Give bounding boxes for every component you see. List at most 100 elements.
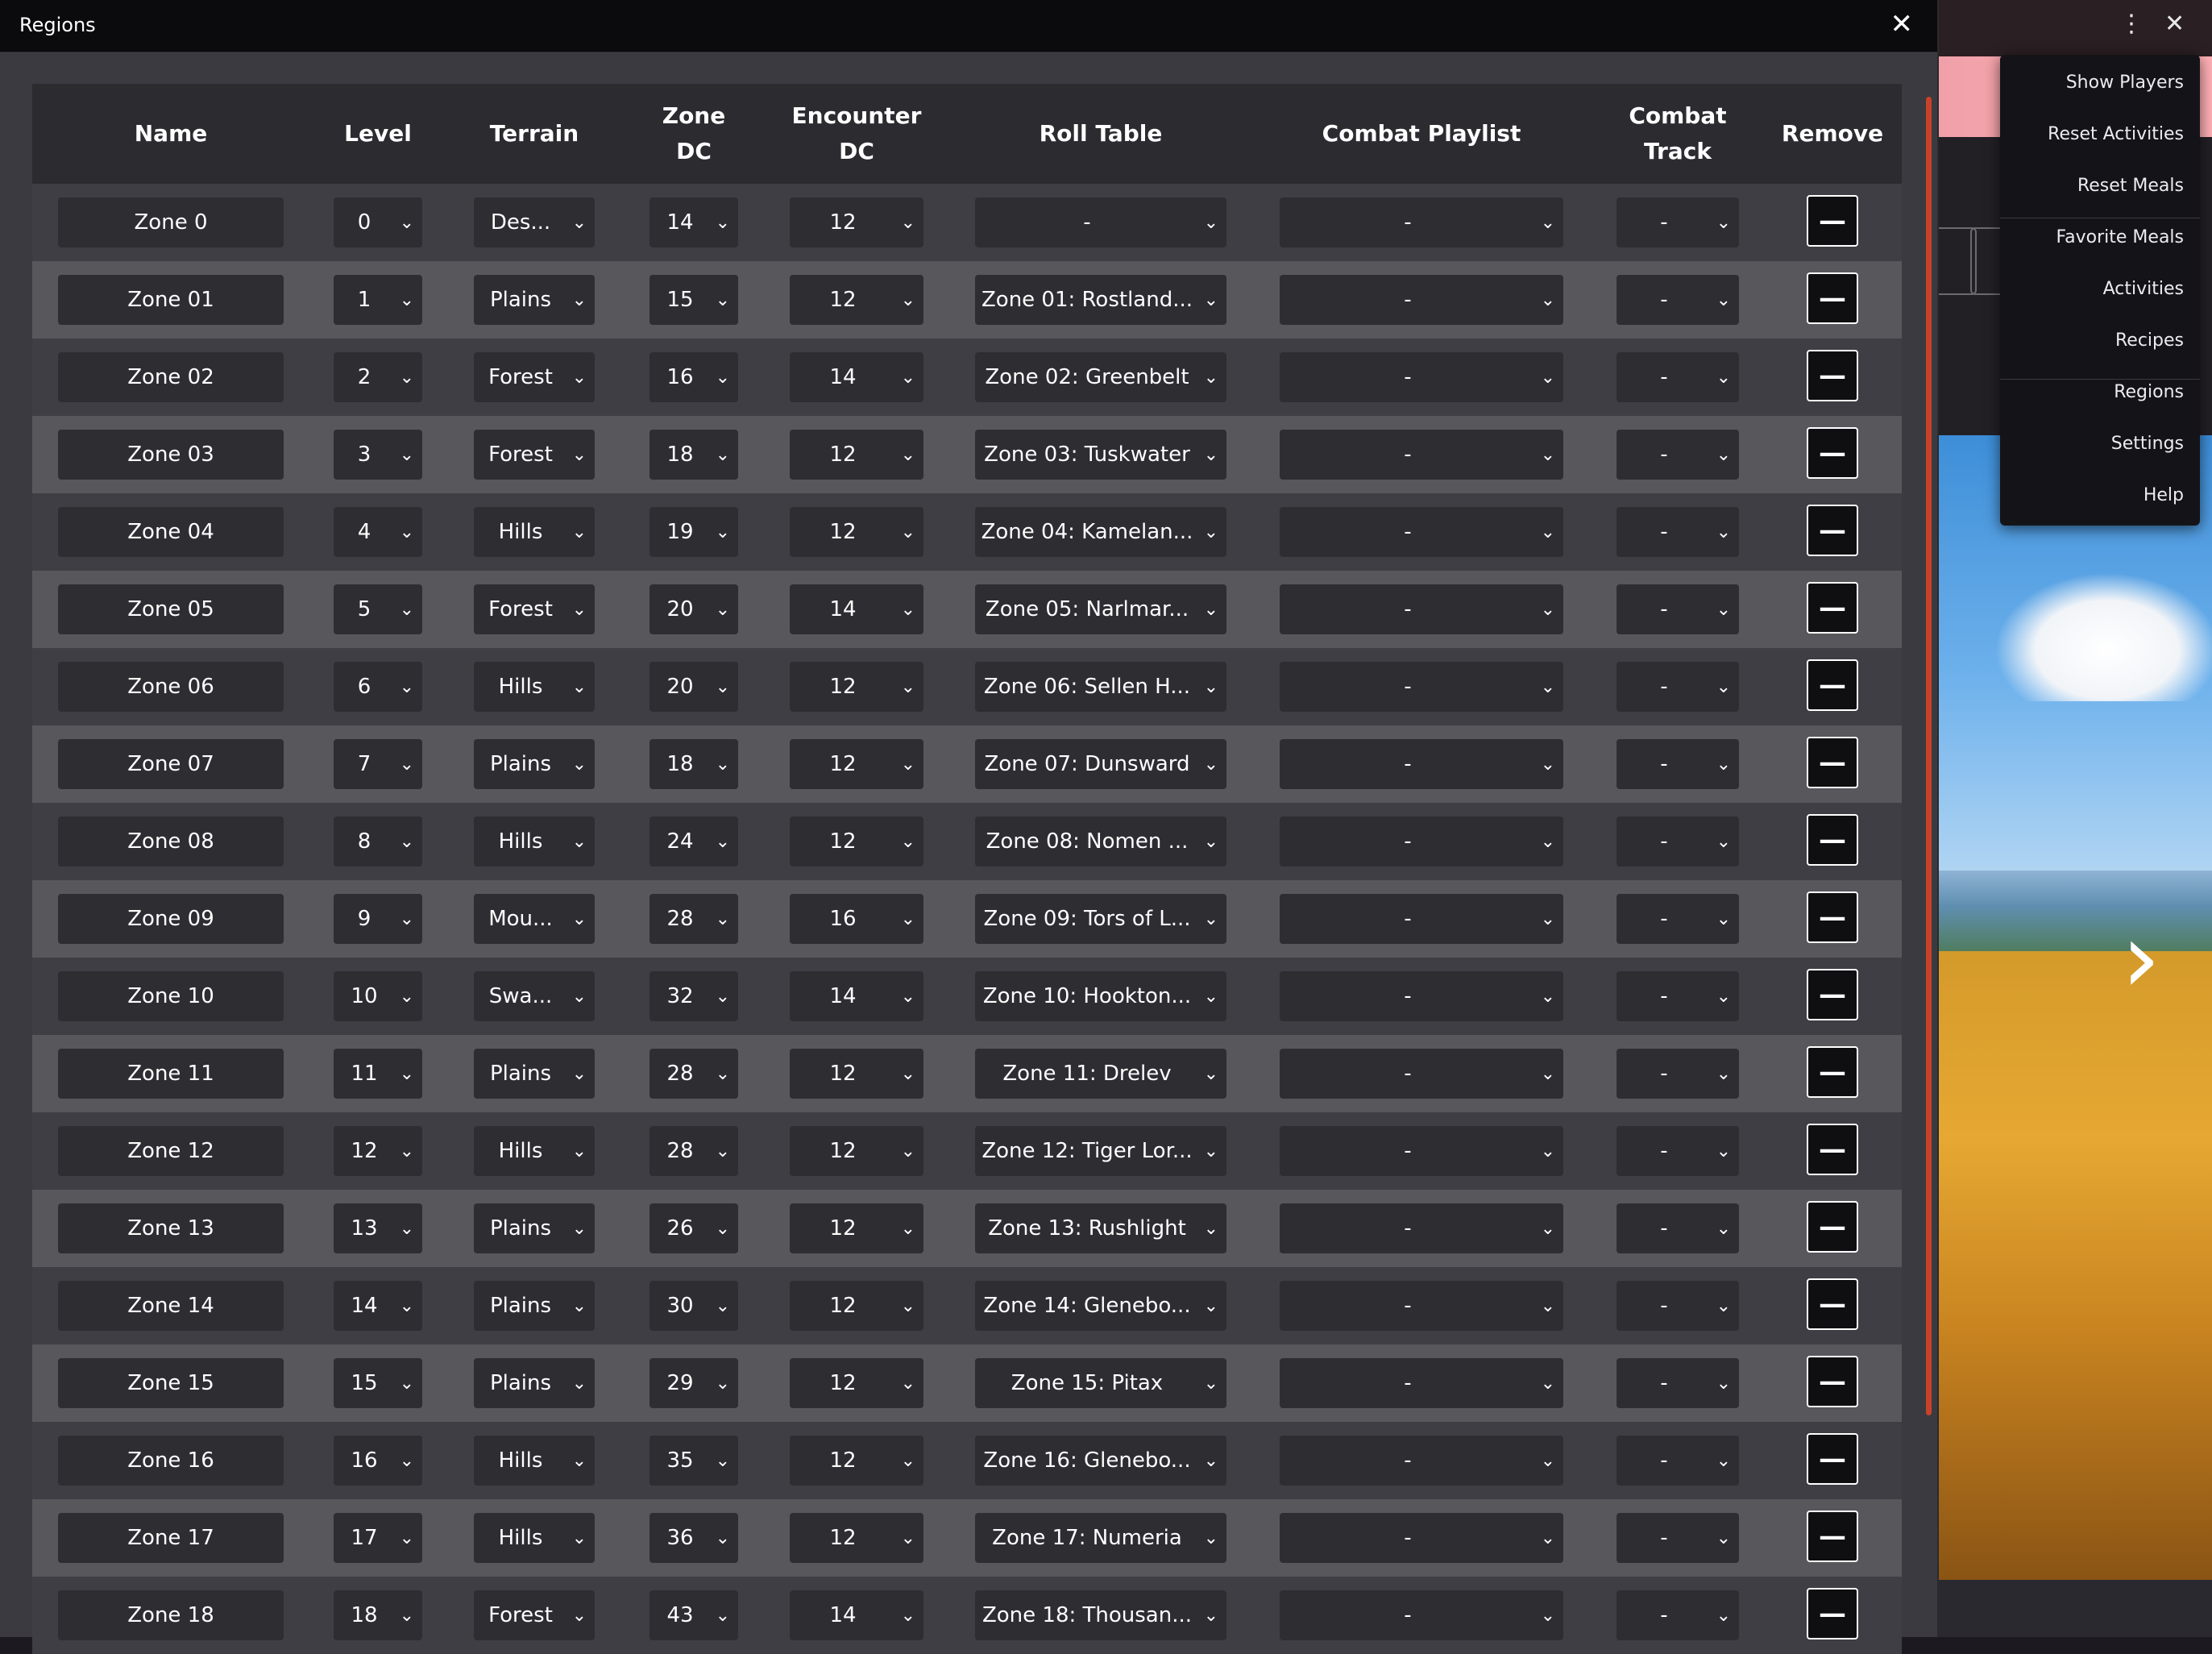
terrain-select[interactable]: Forest ⌄ [474, 1590, 595, 1640]
menu-item-regions[interactable]: Regions [2114, 382, 2184, 402]
level-select[interactable]: 3 ⌄ [334, 430, 422, 480]
combat-track-select[interactable]: - ⌄ [1616, 1436, 1739, 1486]
zone-name-input[interactable]: Zone 01 [58, 275, 284, 325]
zone-dc-select[interactable]: 20 ⌄ [649, 584, 738, 634]
encounter-dc-select[interactable]: 12 ⌄ [790, 430, 923, 480]
encounter-dc-select[interactable]: 14 ⌄ [790, 584, 923, 634]
combat-playlist-select[interactable]: - ⌄ [1280, 430, 1563, 480]
remove-row-button[interactable]: — [1807, 1046, 1858, 1098]
level-select[interactable]: 7 ⌄ [334, 739, 422, 789]
remove-row-button[interactable]: — [1807, 1511, 1858, 1562]
remove-row-button[interactable]: — [1807, 505, 1858, 556]
menu-item-recipes[interactable]: Recipes [2115, 330, 2184, 351]
combat-playlist-select[interactable]: - ⌄ [1280, 507, 1563, 557]
remove-row-button[interactable]: — [1807, 195, 1858, 247]
menu-item-reset-activities[interactable]: Reset Activities [2048, 124, 2184, 144]
combat-playlist-select[interactable]: - ⌄ [1280, 197, 1563, 247]
combat-playlist-select[interactable]: - ⌄ [1280, 662, 1563, 712]
roll-table-select[interactable]: Zone 03: Tuskwater ⌄ [975, 430, 1226, 480]
combat-track-select[interactable]: - ⌄ [1616, 352, 1739, 402]
zone-dc-select[interactable]: 14 ⌄ [649, 197, 738, 247]
encounter-dc-select[interactable]: 14 ⌄ [790, 352, 923, 402]
menu-item-reset-meals[interactable]: Reset Meals [2077, 176, 2184, 196]
terrain-select[interactable]: Mou... ⌄ [474, 894, 595, 944]
combat-track-select[interactable]: - ⌄ [1616, 1203, 1739, 1253]
zone-name-input[interactable]: Zone 04 [58, 507, 284, 557]
level-select[interactable]: 18 ⌄ [334, 1590, 422, 1640]
roll-table-select[interactable]: Zone 14: Glenebo... ⌄ [975, 1281, 1226, 1331]
encounter-dc-select[interactable]: 12 ⌄ [790, 1049, 923, 1099]
level-select[interactable]: 17 ⌄ [334, 1513, 422, 1563]
roll-table-select[interactable]: Zone 11: Drelev ⌄ [975, 1049, 1226, 1099]
encounter-dc-select[interactable]: 12 ⌄ [790, 197, 923, 247]
menu-item-settings[interactable]: Settings [2111, 434, 2184, 454]
zone-dc-select[interactable]: 15 ⌄ [649, 275, 738, 325]
level-select[interactable]: 12 ⌄ [334, 1126, 422, 1176]
level-select[interactable]: 13 ⌄ [334, 1203, 422, 1253]
roll-table-select[interactable]: Zone 18: Thousan... ⌄ [975, 1590, 1226, 1640]
roll-table-select[interactable]: Zone 15: Pitax ⌄ [975, 1358, 1226, 1408]
terrain-select[interactable]: Hills ⌄ [474, 1126, 595, 1176]
zone-dc-select[interactable]: 36 ⌄ [649, 1513, 738, 1563]
combat-track-select[interactable]: - ⌄ [1616, 430, 1739, 480]
remove-row-button[interactable]: — [1807, 1124, 1858, 1175]
remove-row-button[interactable]: — [1807, 582, 1858, 634]
remove-row-button[interactable]: — [1807, 737, 1858, 788]
zone-dc-select[interactable]: 32 ⌄ [649, 971, 738, 1021]
remove-row-button[interactable]: — [1807, 969, 1858, 1020]
close-app-icon[interactable]: ✕ [2164, 8, 2185, 40]
zone-dc-select[interactable]: 16 ⌄ [649, 352, 738, 402]
combat-track-select[interactable]: - ⌄ [1616, 894, 1739, 944]
encounter-dc-select[interactable]: 12 ⌄ [790, 1513, 923, 1563]
combat-playlist-select[interactable]: - ⌄ [1280, 1590, 1563, 1640]
encounter-dc-select[interactable]: 14 ⌄ [790, 1590, 923, 1640]
zone-dc-select[interactable]: 28 ⌄ [649, 894, 738, 944]
zone-dc-select[interactable]: 26 ⌄ [649, 1203, 738, 1253]
vertical-scrollbar[interactable] [1926, 97, 1932, 1415]
encounter-dc-select[interactable]: 12 ⌄ [790, 1436, 923, 1486]
terrain-select[interactable]: Plains ⌄ [474, 275, 595, 325]
remove-row-button[interactable]: — [1807, 814, 1858, 866]
encounter-dc-select[interactable]: 12 ⌄ [790, 1358, 923, 1408]
zone-dc-select[interactable]: 28 ⌄ [649, 1126, 738, 1176]
remove-row-button[interactable]: — [1807, 427, 1858, 479]
zone-name-input[interactable]: Zone 09 [58, 894, 284, 944]
roll-table-select[interactable]: Zone 10: Hookton... ⌄ [975, 971, 1226, 1021]
level-select[interactable]: 15 ⌄ [334, 1358, 422, 1408]
level-select[interactable]: 0 ⌄ [334, 197, 422, 247]
remove-row-button[interactable]: — [1807, 1278, 1858, 1330]
terrain-select[interactable]: Plains ⌄ [474, 1358, 595, 1408]
menu-item-help[interactable]: Help [2144, 485, 2184, 505]
terrain-select[interactable]: Plains ⌄ [474, 1281, 595, 1331]
combat-track-select[interactable]: - ⌄ [1616, 275, 1739, 325]
roll-table-select[interactable]: Zone 05: Narlmar... ⌄ [975, 584, 1226, 634]
level-select[interactable]: 4 ⌄ [334, 507, 422, 557]
combat-track-select[interactable]: - ⌄ [1616, 817, 1739, 866]
encounter-dc-select[interactable]: 16 ⌄ [790, 894, 923, 944]
roll-table-select[interactable]: Zone 16: Glenebo... ⌄ [975, 1436, 1226, 1486]
terrain-select[interactable]: Plains ⌄ [474, 739, 595, 789]
terrain-select[interactable]: Hills ⌄ [474, 662, 595, 712]
zone-name-input[interactable]: Zone 06 [58, 662, 284, 712]
level-select[interactable]: 2 ⌄ [334, 352, 422, 402]
encounter-dc-select[interactable]: 12 ⌄ [790, 275, 923, 325]
combat-track-select[interactable]: - ⌄ [1616, 1281, 1739, 1331]
combat-track-select[interactable]: - ⌄ [1616, 584, 1739, 634]
terrain-select[interactable]: Hills ⌄ [474, 507, 595, 557]
encounter-dc-select[interactable]: 14 ⌄ [790, 971, 923, 1021]
remove-row-button[interactable]: — [1807, 1433, 1858, 1485]
zone-name-input[interactable]: Zone 17 [58, 1513, 284, 1563]
combat-track-select[interactable]: - ⌄ [1616, 507, 1739, 557]
zone-name-input[interactable]: Zone 10 [58, 971, 284, 1021]
combat-playlist-select[interactable]: - ⌄ [1280, 275, 1563, 325]
zone-dc-select[interactable]: 28 ⌄ [649, 1049, 738, 1099]
menu-item-activities[interactable]: Activities [2103, 279, 2184, 299]
roll-table-select[interactable]: Zone 01: Rostland... ⌄ [975, 275, 1226, 325]
roll-table-select[interactable]: Zone 04: Kamelan... ⌄ [975, 507, 1226, 557]
combat-track-select[interactable]: - ⌄ [1616, 971, 1739, 1021]
level-select[interactable]: 10 ⌄ [334, 971, 422, 1021]
roll-table-select[interactable]: Zone 02: Greenbelt ⌄ [975, 352, 1226, 402]
dialog-close-icon[interactable]: ✕ [1890, 8, 1914, 40]
zone-name-input[interactable]: Zone 14 [58, 1281, 284, 1331]
combat-playlist-select[interactable]: - ⌄ [1280, 584, 1563, 634]
